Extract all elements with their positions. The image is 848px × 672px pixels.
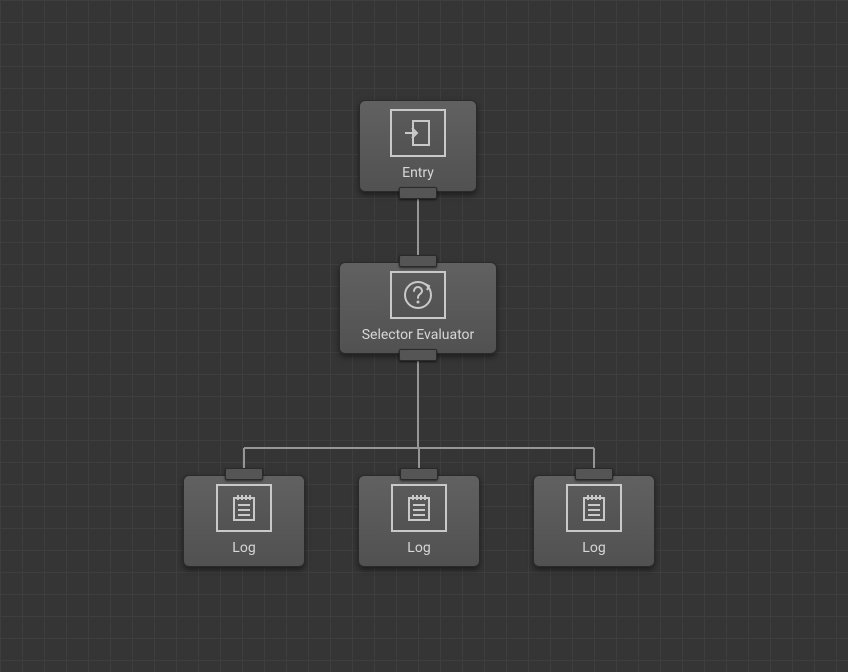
node-log-a[interactable]: Log <box>183 475 305 567</box>
log-icon <box>566 484 622 532</box>
port-in[interactable] <box>575 468 613 480</box>
node-log-a-label: Log <box>232 540 255 556</box>
node-entry[interactable]: Entry <box>359 100 477 192</box>
node-entry-label: Entry <box>402 165 434 181</box>
node-log-b[interactable]: Log <box>358 475 480 567</box>
node-log-c[interactable]: Log <box>533 475 655 567</box>
log-icon <box>391 484 447 532</box>
node-selector-evaluator[interactable]: Selector Evaluator <box>339 262 497 354</box>
entry-icon <box>390 109 446 157</box>
node-log-c-label: Log <box>582 540 605 556</box>
port-out[interactable] <box>399 187 437 199</box>
behavior-tree-canvas[interactable]: Entry Selector Evaluator <box>0 0 848 672</box>
node-selector-label: Selector Evaluator <box>362 327 475 343</box>
selector-evaluator-icon <box>390 271 446 319</box>
port-out[interactable] <box>399 349 437 361</box>
port-in[interactable] <box>399 255 437 267</box>
node-log-b-label: Log <box>407 540 430 556</box>
port-in[interactable] <box>225 468 263 480</box>
log-icon <box>216 484 272 532</box>
port-in[interactable] <box>400 468 438 480</box>
